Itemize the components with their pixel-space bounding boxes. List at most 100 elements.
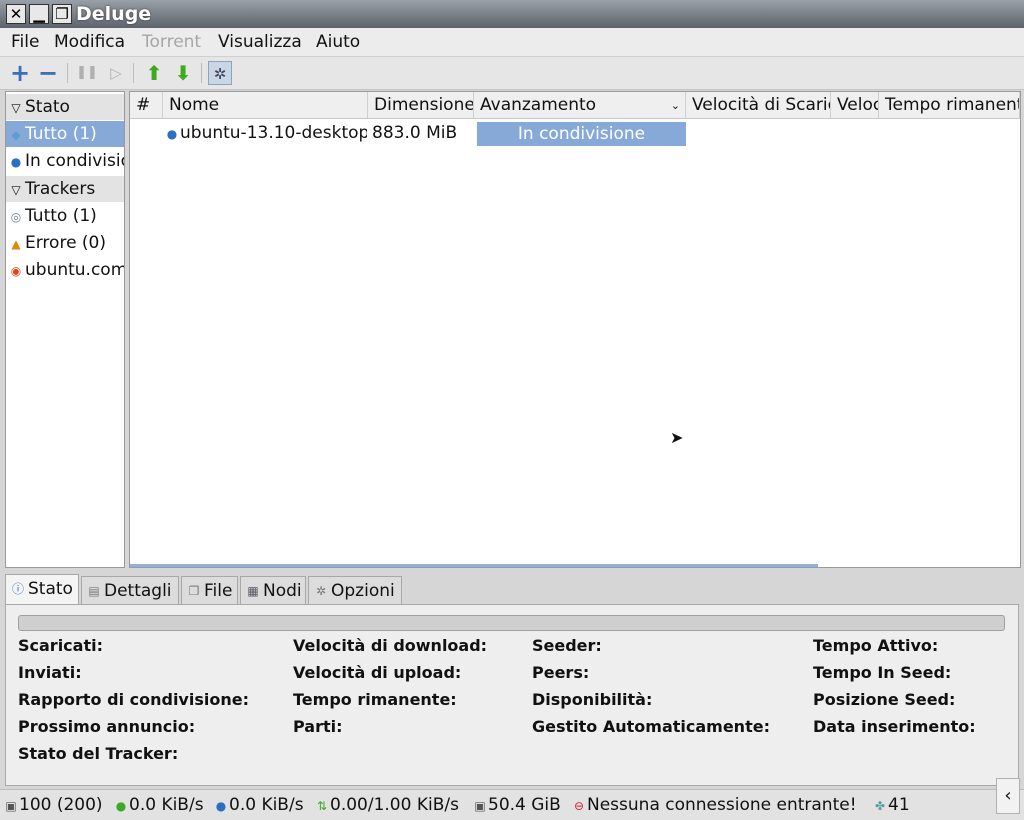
- status-bar: ▣ 100 (200) ● 0.0 KiB/s ● 0.0 KiB/s ⇅ 0.00/1…: [0, 789, 1024, 820]
- preferences-icon: ✲: [213, 65, 227, 83]
- tab-label: Stato: [28, 579, 73, 599]
- details-icon: ▤: [88, 584, 100, 598]
- maximize-window-button[interactable]: ❐: [52, 4, 72, 24]
- sort-chevron-icon: ⌄: [670, 99, 680, 112]
- column-header-dimensione[interactable]: Dimensione: [368, 92, 474, 119]
- info-icon: ⓘ: [12, 582, 25, 596]
- tab-label: Opzioni: [331, 581, 395, 601]
- field-inviati: Inviati:: [18, 663, 82, 682]
- add-torrent-button[interactable]: +: [8, 61, 32, 85]
- tab-label: Dettagli: [104, 581, 172, 601]
- warning-icon: ▲: [11, 237, 21, 251]
- menu-bar: File Modifica Torrent Visualizza Aiuto: [0, 28, 1024, 57]
- upload-icon: ●: [215, 799, 227, 813]
- column-header-label: Avanzamento: [480, 95, 597, 115]
- plus-icon: +: [9, 59, 31, 87]
- status-upload-value: 0.0 KiB/s: [229, 795, 304, 815]
- sidebar-header-label: Stato: [25, 97, 70, 117]
- window-title: Deluge: [76, 3, 152, 25]
- field-seeder: Seeder:: [532, 636, 602, 655]
- mouse-pointer-icon: ➤: [670, 428, 684, 447]
- traffic-arrows-icon: ⇅: [316, 799, 328, 813]
- tab-nodi[interactable]: ▦ Nodi: [240, 576, 306, 604]
- menu-file[interactable]: File: [11, 31, 39, 53]
- tab-file[interactable]: ❐ File: [181, 576, 238, 604]
- sidebar-item-tutto[interactable]: ◆ Tutto (1): [6, 121, 124, 147]
- table-row[interactable]: ●ubuntu-13.10-desktop-amd64.iso: [163, 120, 367, 146]
- download-progress-bar: [18, 615, 1005, 631]
- download-icon: ●: [115, 799, 127, 813]
- sidebar-item-label: Tutto (1): [25, 206, 97, 226]
- files-icon: ❐: [188, 584, 200, 598]
- status-dht-value: 41: [888, 795, 910, 815]
- sidebar-item-in-condivisione[interactable]: ●In condivisione: [6, 148, 124, 174]
- title-bar: ✕ ▁ ❐ Deluge: [0, 0, 1024, 28]
- field-rapporto: Rapporto di condivisione:: [18, 690, 249, 709]
- sidebar-header-stato[interactable]: ▽ Stato: [6, 94, 124, 120]
- status-protocol-traffic[interactable]: ⇅ 0.00/1.00 KiB/s: [316, 794, 459, 816]
- tab-label: File: [204, 581, 233, 601]
- torrent-list: # Nome Dimensione Avanzamento ⌄ Velocità …: [129, 91, 1021, 568]
- torrent-size: 883.0 MiB: [372, 123, 458, 143]
- field-gestito-automaticamente: Gestito Automaticamente:: [532, 717, 770, 736]
- field-disponibilita: Disponibilità:: [532, 690, 653, 709]
- column-header-velocita-invio[interactable]: Velocità di Invio: [831, 92, 879, 119]
- menu-modifica[interactable]: Modifica: [54, 31, 125, 53]
- seeding-icon: ●: [166, 127, 178, 141]
- sidebar: ▽ Stato ◆ Tutto (1) ●In condivisione ▽ Trac…: [5, 91, 125, 568]
- toolbar-separator: [133, 63, 134, 83]
- status-disk-value: 50.4 GiB: [488, 795, 561, 815]
- menu-visualizza[interactable]: Visualizza: [218, 31, 302, 53]
- chevron-left-icon: ‹: [1004, 785, 1012, 806]
- field-posizione-seed: Posizione Seed:: [813, 690, 956, 709]
- status-free-space[interactable]: ▣ 50.4 GiB: [474, 794, 561, 816]
- status-connections-value: 100 (200): [19, 795, 103, 815]
- column-header-tempo-rimanente[interactable]: Tempo rimanente: [879, 92, 1020, 119]
- collapse-triangle-icon: ▽: [11, 183, 21, 197]
- field-scaricati: Scaricati:: [18, 636, 103, 655]
- status-download-speed[interactable]: ● 0.0 KiB/s: [115, 794, 204, 816]
- options-icon: ✲: [315, 584, 327, 598]
- peers-icon: ▦: [247, 584, 259, 598]
- horizontal-scrollbar[interactable]: [130, 564, 818, 567]
- sidebar-header-label: Trackers: [25, 179, 96, 199]
- torrent-name: ubuntu-13.10-desktop-amd64.iso: [180, 123, 367, 143]
- menu-aiuto[interactable]: Aiuto: [316, 31, 360, 53]
- sidebar-item-errore[interactable]: ▲ Errore (0): [6, 230, 124, 256]
- sidebar-item-ubuntu[interactable]: ◉ ubuntu.com: [6, 257, 124, 283]
- status-upload-speed[interactable]: ● 0.0 KiB/s: [215, 794, 304, 816]
- column-header-velocita-download[interactable]: Velocità di Scaricamento: [686, 92, 831, 119]
- tab-dettagli[interactable]: ▤ Dettagli: [81, 576, 179, 604]
- close-window-button[interactable]: ✕: [6, 4, 26, 24]
- resume-button[interactable]: ▷: [104, 61, 128, 85]
- sidebar-item-label: In condivisione: [25, 151, 124, 171]
- no-entry-icon: ⊖: [573, 799, 585, 813]
- field-prossimo-annuncio: Prossimo annuncio:: [18, 717, 196, 736]
- menu-torrent[interactable]: Torrent: [142, 31, 201, 53]
- progress-label: In condivisione: [517, 124, 646, 144]
- field-data-inserimento: Data inserimento:: [813, 717, 976, 736]
- status-connections[interactable]: ▣ 100 (200): [5, 794, 103, 816]
- status-dht-nodes[interactable]: ✤ 41: [874, 794, 910, 816]
- pause-button[interactable]: ❚❚: [75, 61, 99, 85]
- scroll-left-button[interactable]: ‹: [996, 778, 1020, 814]
- sidebar-header-trackers[interactable]: ▽ Trackers: [6, 176, 124, 202]
- field-tempo-rimanente: Tempo rimanente:: [293, 690, 457, 709]
- column-header-nome[interactable]: Nome: [163, 92, 368, 119]
- status-incoming-connections[interactable]: ⊖ Nessuna connessione entrante!: [573, 794, 857, 816]
- column-header-avanzamento[interactable]: Avanzamento ⌄: [474, 92, 686, 119]
- column-header-number[interactable]: #: [130, 92, 163, 119]
- toolbar-separator: [67, 63, 68, 83]
- tab-opzioni[interactable]: ✲ Opzioni: [308, 576, 402, 604]
- move-down-button[interactable]: ⬇: [171, 61, 195, 85]
- preferences-button[interactable]: ✲: [208, 61, 232, 85]
- tab-stato[interactable]: ⓘ Stato: [5, 574, 79, 605]
- toolbar: + − ❚❚ ▷ ⬆ ⬇ ✲: [0, 57, 1024, 90]
- play-icon: ▷: [110, 64, 122, 82]
- sidebar-item-tracker-tutto[interactable]: ◎ Tutto (1): [6, 203, 124, 229]
- arrow-up-icon: ⬆: [145, 61, 163, 85]
- minimize-window-button[interactable]: ▁: [29, 4, 49, 24]
- remove-torrent-button[interactable]: −: [36, 61, 60, 85]
- globe-icon: ◎: [10, 210, 22, 224]
- move-up-button[interactable]: ⬆: [142, 61, 166, 85]
